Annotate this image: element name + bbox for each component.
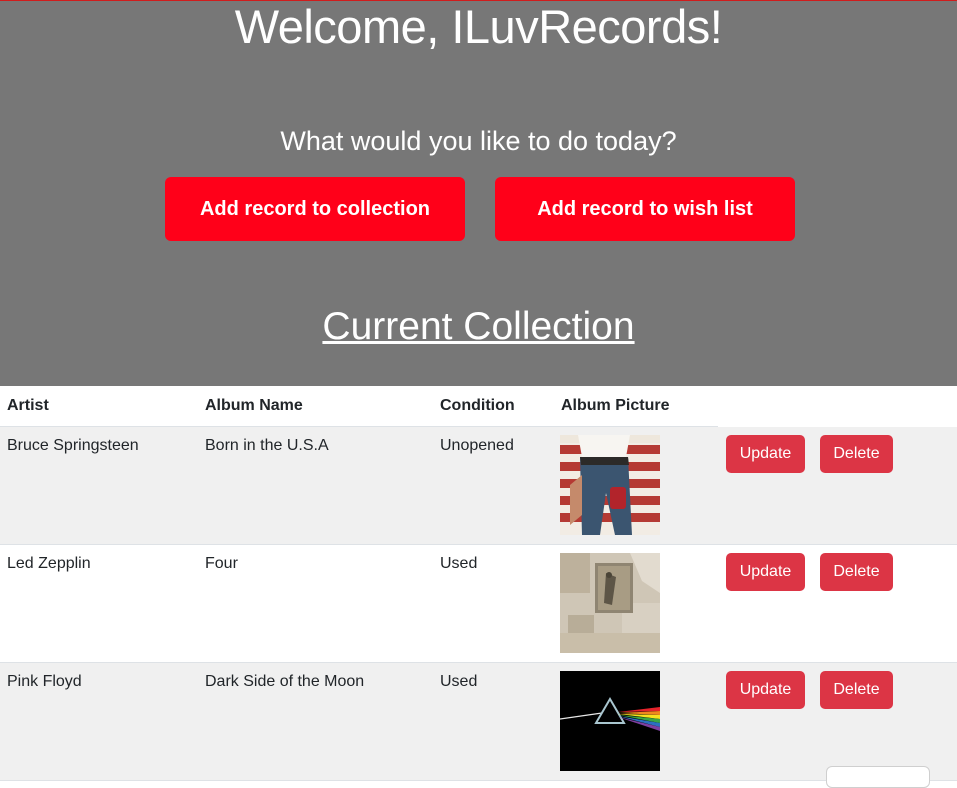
header-album-picture: Album Picture [561,397,670,414]
cell-album-name: Dark Side of the Moon [205,673,365,690]
cell-condition: Used [440,555,478,572]
collection-table: Artist Album Name Condition Album Pictur… [0,386,957,781]
welcome-heading: Welcome, ILuvRecords! [234,0,723,53]
floating-widget[interactable] [826,766,930,788]
table-row: Led Zepplin Four Used Update Delete [0,545,957,663]
delete-button[interactable]: Delete [820,553,893,591]
update-button[interactable]: Update [726,435,805,473]
cell-artist: Bruce Springsteen [7,437,139,454]
welcome-hero: Welcome, ILuvRecords! What would you lik… [0,0,957,386]
table-row: Bruce Springsteen Born in the U.S.A Unop… [0,427,957,545]
header-artist: Artist [7,397,49,414]
cell-album-name: Four [205,555,238,572]
delete-button[interactable]: Delete [820,671,893,709]
current-collection-title: Current Collection [322,305,635,348]
table-header-row: Artist Album Name Condition Album Pictur… [0,386,718,427]
album-cover-image [560,671,660,771]
header-condition: Condition [440,397,515,414]
header-album-name: Album Name [205,397,303,414]
cell-condition: Unopened [440,437,514,454]
cell-album-name: Born in the U.S.A [205,437,329,454]
add-to-wishlist-button[interactable]: Add record to wish list [495,177,795,241]
delete-button[interactable]: Delete [820,435,893,473]
prompt-question: What would you like to do today? [280,126,677,156]
album-cover-image [560,435,660,535]
update-button[interactable]: Update [726,553,805,591]
cell-artist: Led Zepplin [7,555,91,572]
cell-artist: Pink Floyd [7,673,82,690]
album-cover-image [560,553,660,653]
update-button[interactable]: Update [726,671,805,709]
table-row: Pink Floyd Dark Side of the Moon Used Up… [0,663,957,781]
cell-condition: Used [440,673,478,690]
add-to-collection-button[interactable]: Add record to collection [165,177,465,241]
